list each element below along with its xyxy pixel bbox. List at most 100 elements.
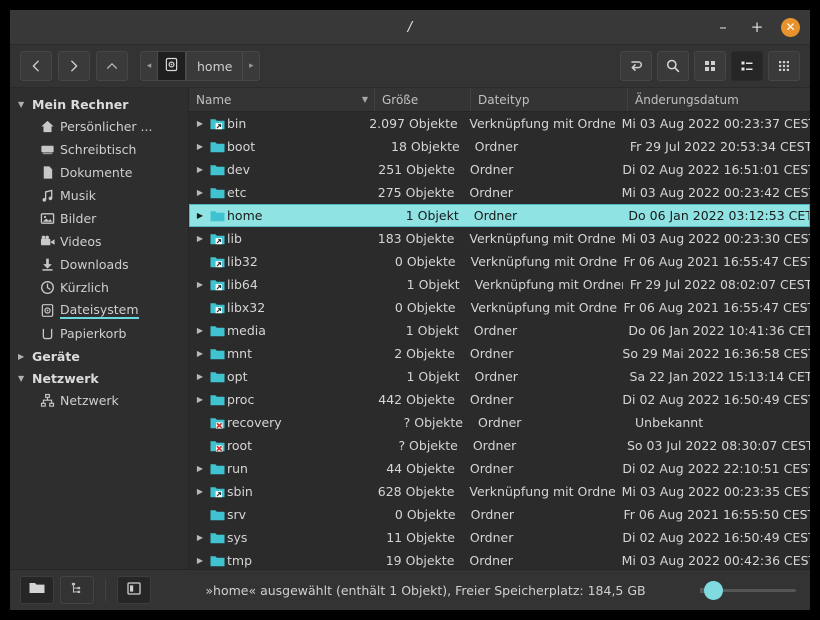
sidebar-item-pictures[interactable]: Bilder — [10, 207, 188, 230]
zoom-slider[interactable] — [700, 580, 796, 600]
table-row[interactable]: ▶ etc 275 Objekte Ordner Mi 03 Aug 2022 00:2… — [189, 181, 810, 204]
table-row[interactable]: ▶ dev 251 Objekte Ordner Di 02 Aug 2022 16:5… — [189, 158, 810, 181]
search-button[interactable] — [657, 51, 689, 81]
cell-name: ▶ dev — [189, 162, 370, 178]
sort-descending-icon: ▼ — [361, 95, 368, 104]
expander-triangle-icon[interactable]: ▶ — [193, 119, 207, 128]
parent-folder-button[interactable] — [96, 51, 128, 81]
cell-size: 442 Objekte — [378, 392, 455, 407]
cell-date: Fr 06 Aug 2021 16:55:50 CEST — [623, 507, 811, 522]
cell-type: Verknüpfung mit Ordner — [469, 116, 615, 131]
cell-date: Fr 29 Jul 2022 08:02:07 CEST — [629, 277, 810, 292]
table-row[interactable]: ▶ mnt 2 Objekte Ordner So 29 Mai 2022 16:36:… — [189, 342, 810, 365]
table-row[interactable]: ▶ tmp 19 Objekte Ordner Mi 03 Aug 2022 00:42… — [189, 549, 810, 569]
cell-type: Ordner — [470, 507, 515, 522]
cell-type: Ordner — [473, 323, 518, 338]
table-row[interactable]: ▶ home 1 Objekt Ordner Do 06 Jan 2022 03:12:… — [189, 204, 810, 227]
expander-triangle-icon[interactable]: ▶ — [193, 211, 207, 220]
folder-link-icon — [207, 254, 227, 270]
sidebar-item-personal[interactable]: Persönlicher ... — [10, 115, 188, 138]
cell-name: ▶ etc — [189, 185, 369, 201]
expander-triangle-icon[interactable]: ▶ — [193, 395, 207, 404]
expander-triangle-icon[interactable]: ▶ — [193, 142, 207, 151]
file-name-label: mnt — [227, 346, 252, 361]
sidebar-item-recent[interactable]: Kürzlich — [10, 276, 188, 299]
reload-button[interactable] — [620, 51, 652, 81]
table-row[interactable]: recovery ? Objekte Ordner Unbekannt — [189, 411, 810, 434]
column-header-type[interactable]: Dateityp — [471, 88, 628, 111]
back-button[interactable] — [20, 51, 52, 81]
tree-view-toggle-button[interactable] — [60, 576, 94, 604]
table-row[interactable]: ▶ bin 2.097 Objekte Verknüpfung mit Ordner M… — [189, 112, 810, 135]
expander-triangle-icon[interactable]: ▶ — [193, 533, 207, 542]
sidebar-toggle-button[interactable] — [117, 576, 151, 604]
file-name-label: sbin — [227, 484, 253, 499]
cell-name: srv — [189, 507, 370, 523]
sidebar-group-netzwerk[interactable]: ▼ Netzwerk — [10, 367, 188, 389]
sidebar-item-documents[interactable]: Dokumente — [10, 161, 188, 184]
folder-icon — [207, 208, 227, 224]
zoom-slider-knob[interactable] — [704, 580, 723, 600]
sidebar-item-downloads[interactable]: Downloads — [10, 253, 188, 276]
icon-view-button[interactable] — [694, 51, 726, 81]
table-row[interactable]: ▶ boot 18 Objekte Ordner Fr 29 Jul 2022 20:5… — [189, 135, 810, 158]
expander-triangle-icon[interactable]: ▶ — [193, 487, 207, 496]
table-row[interactable]: lib32 0 Objekte Verknüpfung mit Ordner Fr 0… — [189, 250, 810, 273]
sidebar-item-videos[interactable]: Videos — [10, 230, 188, 253]
sidebar-item-network[interactable]: Netzwerk — [10, 389, 188, 412]
column-header-size[interactable]: Größe — [375, 88, 471, 111]
sidebar-group-mein-rechner[interactable]: ▼ Mein Rechner — [10, 93, 188, 115]
sidebar-group-geraete[interactable]: ▶ Geräte — [10, 345, 188, 367]
expander-triangle-icon[interactable]: ▶ — [193, 464, 207, 473]
compact-view-button[interactable] — [768, 51, 800, 81]
detailed-list-view-button[interactable] — [731, 51, 763, 81]
icon-view-toggle-button[interactable] — [20, 576, 54, 604]
folder-icon — [207, 461, 227, 477]
breadcrumb-item-root[interactable] — [157, 52, 186, 80]
expander-triangle-icon[interactable]: ▶ — [193, 234, 207, 243]
cell-date: Mi 03 Aug 2022 00:42:36 CEST — [621, 553, 810, 568]
table-row[interactable]: ▶ opt 1 Objekt Ordner Sa 22 Jan 2022 15:13:1… — [189, 365, 810, 388]
breadcrumb-item-home[interactable]: home — [186, 52, 244, 80]
table-row[interactable]: ▶ lib64 1 Objekt Verknüpfung mit Ordner Fr 2… — [189, 273, 810, 296]
table-row[interactable]: ▶ sbin 628 Objekte Verknüpfung mit Ordner Mi… — [189, 480, 810, 503]
table-row[interactable]: ▶ media 1 Objekt Ordner Do 06 Jan 2022 10:41… — [189, 319, 810, 342]
table-row[interactable]: ▶ proc 442 Objekte Ordner Di 02 Aug 2022 16:… — [189, 388, 810, 411]
breadcrumb-scroll-right[interactable]: ▸ — [243, 52, 259, 80]
cell-date: Fr 06 Aug 2021 16:55:47 CEST — [623, 300, 811, 315]
folder-link-icon — [207, 231, 227, 247]
sidebar-item-trash[interactable]: Papierkorb — [10, 322, 188, 345]
table-row[interactable]: ▶ lib 183 Objekte Verknüpfung mit Ordner Mi … — [189, 227, 810, 250]
expander-triangle-icon[interactable]: ▶ — [193, 188, 207, 197]
sidebar-item-label: Dateisystem — [60, 302, 139, 319]
back-arrow-icon — [29, 59, 43, 73]
sidebar-item-filesystem[interactable]: Dateisystem — [10, 299, 188, 322]
cell-type: Ordner — [469, 392, 514, 407]
cell-name: ▶ sbin — [189, 484, 369, 500]
forward-button[interactable] — [58, 51, 90, 81]
column-header-name[interactable]: Name ▼ — [189, 88, 375, 111]
cell-name: recovery — [189, 415, 375, 431]
expander-triangle-icon[interactable]: ▶ — [193, 165, 207, 174]
expander-triangle-icon[interactable]: ▶ — [193, 372, 207, 381]
expander-triangle-icon[interactable]: ▶ — [193, 326, 207, 335]
expander-triangle-icon[interactable]: ▶ — [193, 349, 207, 358]
expander-triangle-icon[interactable]: ▶ — [193, 280, 207, 289]
table-row[interactable]: root ? Objekte Ordner So 03 Jul 2022 08:30:… — [189, 434, 810, 457]
close-button[interactable]: ✕ — [781, 17, 800, 37]
sidebar-item-desktop[interactable]: Schreibtisch — [10, 138, 188, 161]
expander-triangle-icon[interactable]: ▶ — [193, 556, 207, 565]
column-header-date[interactable]: Änderungsdatum — [628, 88, 810, 111]
table-row[interactable]: ▶ run 44 Objekte Ordner Di 02 Aug 2022 22:10… — [189, 457, 810, 480]
breadcrumb-scroll-left[interactable]: ◂ — [141, 52, 157, 80]
table-row[interactable]: srv 0 Objekte Ordner Fr 06 Aug 2021 16:55:5… — [189, 503, 810, 526]
maximize-button[interactable]: + — [747, 17, 767, 37]
cell-size: 2 Objekte — [394, 346, 455, 361]
table-row[interactable]: ▶ sys 11 Objekte Ordner Di 02 Aug 2022 16:50… — [189, 526, 810, 549]
folder-icon — [28, 580, 46, 600]
cell-date: Sa 22 Jan 2022 15:13:14 CET — [629, 369, 810, 384]
window-title: / — [407, 19, 413, 35]
sidebar-item-music[interactable]: Musik — [10, 184, 188, 207]
minimize-button[interactable]: – — [713, 17, 733, 37]
table-row[interactable]: libx32 0 Objekte Verknüpfung mit Ordner Fr … — [189, 296, 810, 319]
